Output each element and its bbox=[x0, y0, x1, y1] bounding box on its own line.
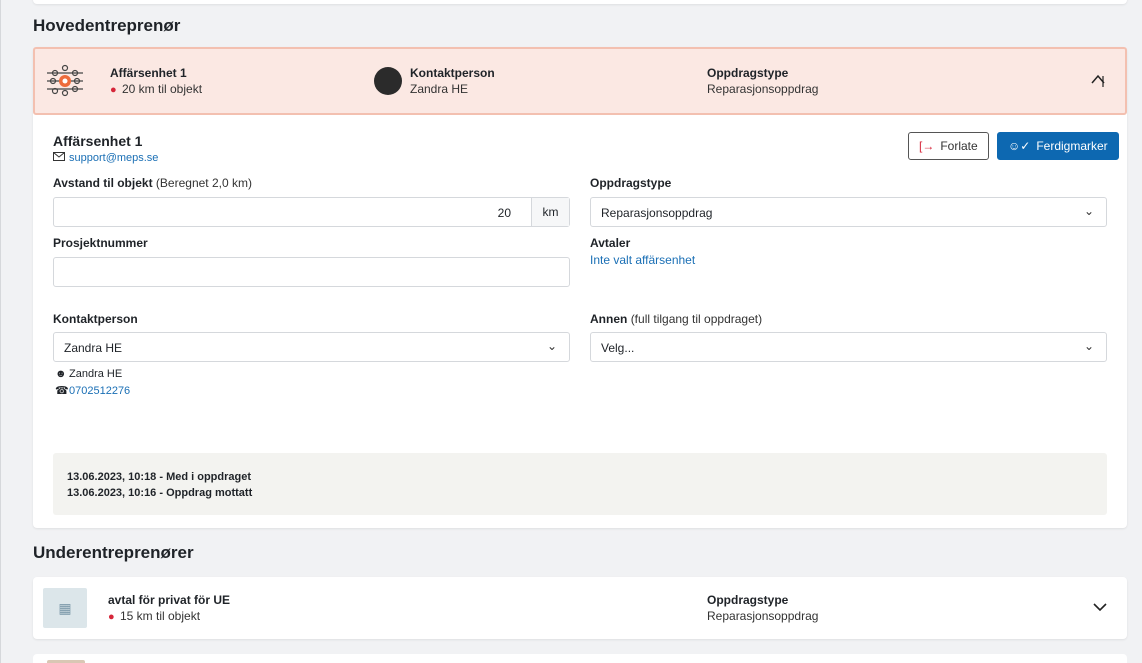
previous-card bbox=[33, 0, 1127, 4]
location-pin-icon: ● bbox=[108, 611, 115, 623]
contact-person-value: Zandra HE bbox=[64, 341, 123, 355]
leave-button[interactable]: [→ Forlate bbox=[908, 132, 989, 160]
chevron-down-icon: ⌄ bbox=[1083, 204, 1094, 218]
other-select[interactable]: Velg... ⌄ bbox=[590, 332, 1107, 362]
header-unit: Affärsenhet 1 ● 20 km til objekt bbox=[110, 66, 202, 98]
detail-email-row: support@meps.se bbox=[53, 152, 158, 164]
main-contractor-card: Affärsenhet 1 ● 20 km til objekt Kontaktp… bbox=[33, 47, 1127, 528]
contact-person-name: Zandra HE bbox=[69, 368, 123, 380]
user-check-icon: ☺✓ bbox=[1008, 139, 1031, 153]
leave-button-label: Forlate bbox=[940, 139, 978, 153]
history-panel: 13.06.2023, 10:18 - Med i oppdraget 13.0… bbox=[53, 453, 1107, 515]
header-assignment-type: Oppdragstype Reparasjonsoppdrag bbox=[707, 66, 818, 97]
mail-icon bbox=[53, 152, 65, 161]
ue-assignment-type-value: Reparasjonsoppdrag bbox=[707, 609, 819, 623]
exit-icon: [→ bbox=[919, 139, 935, 153]
main-card-header[interactable]: Affärsenhet 1 ● 20 km til objekt Kontaktp… bbox=[33, 47, 1127, 115]
ue-assignment-type: Oppdragstype Reparasjonsoppdrag bbox=[707, 593, 818, 624]
assignment-type-label: Oppdragstype bbox=[590, 176, 672, 190]
project-number-label: Prosjektnummer bbox=[53, 236, 148, 250]
contact-person-phone-row: ☎0702512276 bbox=[55, 384, 130, 397]
chevron-up-icon[interactable] bbox=[1091, 73, 1105, 87]
person-icon: ☻ bbox=[55, 368, 67, 380]
other-note: (full tilgang til oppdraget) bbox=[630, 312, 763, 326]
header-contact-label: Kontaktperson bbox=[410, 66, 495, 80]
distance-unit: km bbox=[531, 198, 569, 226]
ue-distance: 15 km til objekt bbox=[120, 609, 201, 623]
chevron-down-icon: ⌄ bbox=[1083, 339, 1094, 353]
assignment-type-value: Reparasjonsoppdrag bbox=[601, 206, 713, 220]
ue-name: avtal för privat för UE bbox=[108, 593, 231, 607]
contact-person-name-row: ☻ Zandra HE bbox=[55, 368, 122, 380]
other-label-text: Annen bbox=[590, 312, 628, 326]
header-assignment-type-label: Oppdragstype bbox=[707, 66, 789, 80]
subcontractors-title: Underentreprenører bbox=[33, 543, 194, 562]
phone-icon: ☎ bbox=[55, 385, 69, 397]
header-unit-name: Affärsenhet 1 bbox=[110, 66, 187, 80]
agreements-label: Avtaler bbox=[590, 236, 631, 250]
contact-person-phone[interactable]: 0702512276 bbox=[69, 385, 130, 397]
ue-assignment-type-label: Oppdragstype bbox=[707, 593, 789, 607]
history-entry: 13.06.2023, 10:16 - Oppdrag mottatt bbox=[67, 487, 253, 499]
other-value: Velg... bbox=[601, 341, 635, 355]
detail-unit-name: Affärsenhet 1 bbox=[53, 133, 143, 149]
contact-person-select[interactable]: Zandra HE ⌄ bbox=[53, 332, 570, 362]
distance-label: Avstand til objekt (Beregnet 2,0 km) bbox=[53, 176, 252, 190]
contact-avatar bbox=[374, 67, 402, 95]
distance-note: (Beregnet 2,0 km) bbox=[155, 176, 252, 190]
building-icon: ▦ bbox=[43, 588, 87, 628]
project-number-field[interactable] bbox=[53, 257, 570, 287]
location-pin-icon: ● bbox=[110, 84, 117, 96]
chevron-down-icon: ⌄ bbox=[546, 339, 557, 353]
subcontractor-card[interactable]: ▦ avtal för privat för UE ● 15 km til obj… bbox=[33, 577, 1127, 639]
contact-person-label: Kontaktperson bbox=[53, 312, 138, 326]
detail-email-link[interactable]: support@meps.se bbox=[69, 152, 158, 164]
chevron-down-icon[interactable] bbox=[1093, 602, 1107, 612]
assignment-type-select[interactable]: Reparasjonsoppdrag ⌄ bbox=[590, 197, 1107, 227]
complete-button[interactable]: ☺✓ Ferdigmarker bbox=[997, 132, 1119, 160]
distance-field[interactable]: 20 km bbox=[53, 197, 570, 227]
distance-value: 20 bbox=[497, 206, 511, 220]
other-label: Annen (full tilgang til oppdraget) bbox=[590, 312, 762, 326]
header-assignment-type-value: Reparasjonsoppdrag bbox=[707, 82, 819, 96]
header-contact-name: Zandra HE bbox=[410, 82, 469, 96]
header-distance: 20 km til objekt bbox=[122, 82, 203, 96]
business-unit-logo-icon bbox=[47, 64, 83, 97]
ue-unit: avtal för privat för UE ● 15 km til objek… bbox=[108, 593, 230, 625]
agreements-link[interactable]: Inte valt affärsenhet bbox=[590, 253, 695, 267]
next-subcontractor-card[interactable] bbox=[33, 654, 1127, 663]
distance-label-text: Avstand til objekt bbox=[53, 176, 153, 190]
history-entry: 13.06.2023, 10:18 - Med i oppdraget bbox=[67, 471, 252, 483]
header-contact: Kontaktperson Zandra HE bbox=[410, 66, 495, 97]
left-edge-divider bbox=[0, 0, 1, 663]
main-contractor-title: Hovedentreprenør bbox=[33, 16, 181, 35]
complete-button-label: Ferdigmarker bbox=[1036, 139, 1108, 153]
